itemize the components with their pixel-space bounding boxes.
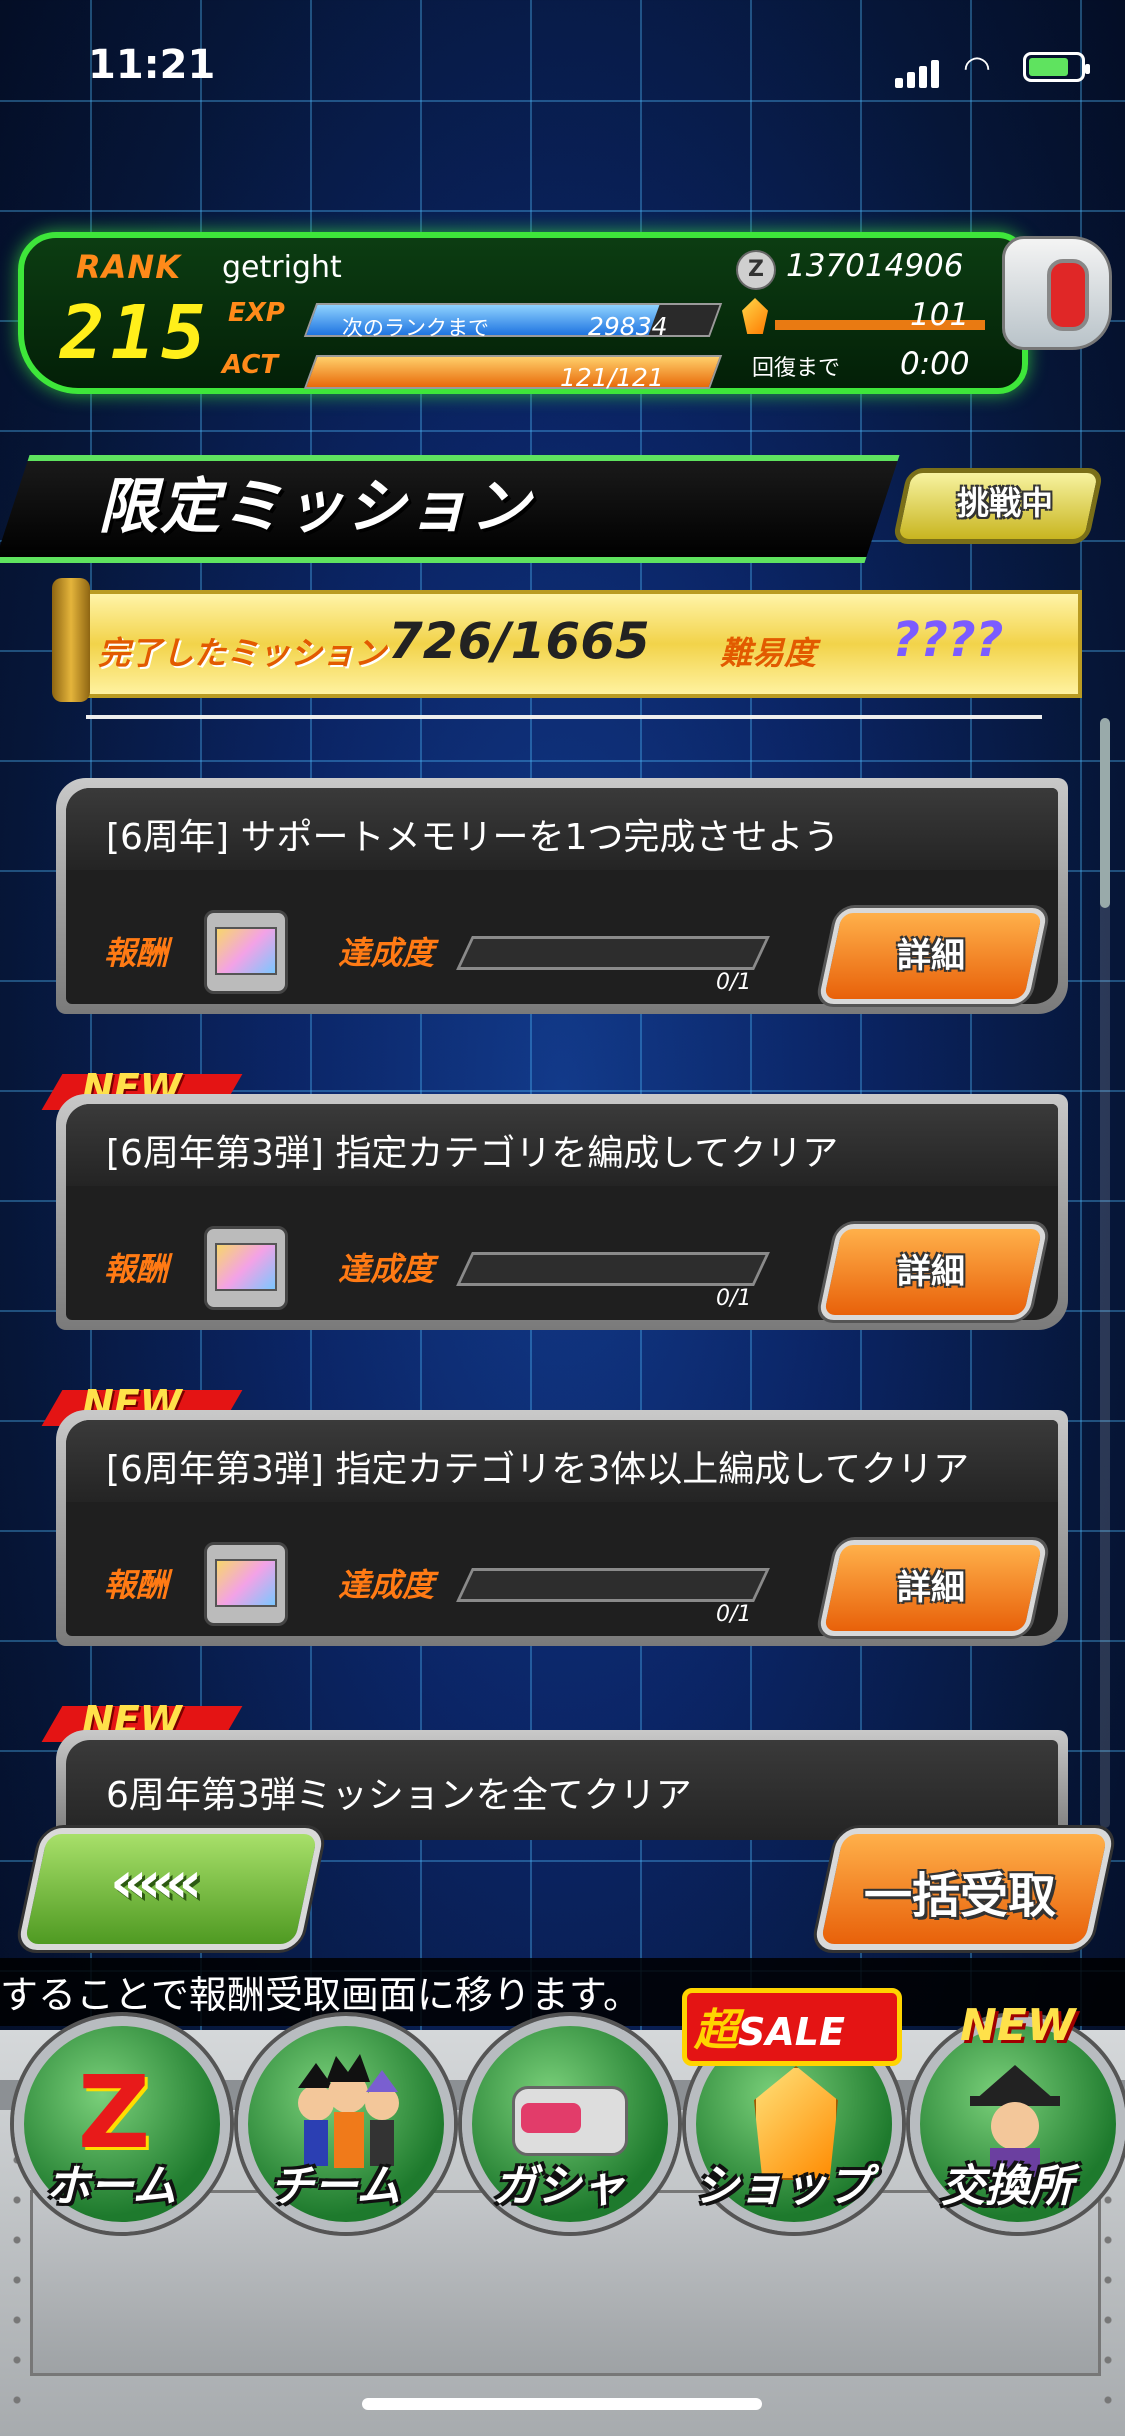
signal-icon bbox=[895, 78, 903, 88]
nav-shop-label: ショップ bbox=[695, 2161, 871, 2212]
challenge-button-label: 挑戦中 bbox=[956, 484, 1053, 522]
mission-card[interactable]: [6周年第3弾] 指定カテゴリを編成してクリア 報酬 達成度 0/1 詳細 bbox=[56, 1094, 1068, 1330]
progress-bar bbox=[456, 1568, 770, 1602]
progress-label: 達成度 bbox=[338, 1566, 435, 1604]
mission-card[interactable]: 6周年第3弾ミッションを全てクリア bbox=[56, 1730, 1068, 1840]
reward-label: 報酬 bbox=[104, 1566, 169, 1604]
progress-value: 0/1 bbox=[716, 970, 752, 995]
scrollbar-thumb[interactable] bbox=[1100, 718, 1110, 908]
detail-button-label: 詳細 bbox=[897, 1568, 965, 1608]
recover-label: 回復まで bbox=[752, 356, 841, 381]
reward-label: 報酬 bbox=[104, 1250, 169, 1288]
nav-exchange-label: 交換所 bbox=[941, 2161, 1073, 2212]
progress-bar bbox=[456, 936, 770, 970]
divider bbox=[86, 715, 1042, 719]
mission-card[interactable]: [6周年第3弾] 指定カテゴリを3体以上編成してクリア 報酬 達成度 0/1 詳… bbox=[56, 1410, 1068, 1646]
ticket-icon bbox=[204, 910, 288, 994]
wifi-icon: ◠ bbox=[963, 48, 991, 86]
completed-value: 726/1665 bbox=[388, 612, 650, 670]
scroll-cap-icon bbox=[52, 578, 90, 702]
exp-value: 29834 bbox=[588, 312, 668, 341]
exchange-new-badge: NEW bbox=[960, 2000, 1076, 2051]
mission-title: [6周年第3弾] 指定カテゴリを3体以上編成してクリア bbox=[106, 1449, 970, 1490]
act-label: ACT bbox=[222, 350, 279, 380]
zeni-value: 137014906 bbox=[786, 248, 964, 284]
sale-badge-text: 超SALE bbox=[694, 2005, 845, 2056]
dragon-stone-value: 101 bbox=[910, 297, 970, 333]
status-time: 11:21 bbox=[88, 42, 216, 88]
player-name: getright bbox=[222, 250, 342, 285]
scouter-menu-button[interactable] bbox=[1002, 236, 1112, 350]
mission-title: [6周年第3弾] 指定カテゴリを編成してクリア bbox=[106, 1133, 839, 1174]
progress-label: 達成度 bbox=[338, 1250, 435, 1288]
progress-bar bbox=[456, 1252, 770, 1286]
difficulty-value: ???? bbox=[892, 612, 1004, 668]
nav-team-label: チーム bbox=[269, 2161, 401, 2212]
page-title: 限定ミッション bbox=[98, 472, 532, 542]
zeni-icon: Z bbox=[736, 250, 776, 290]
completed-label: 完了したミッション bbox=[98, 634, 387, 672]
battery-icon bbox=[1023, 52, 1090, 82]
progress-label: 達成度 bbox=[338, 934, 435, 972]
back-arrows-icon: ««« bbox=[110, 1848, 202, 1916]
exp-label: EXP bbox=[228, 298, 285, 328]
dragon-z-icon: Z bbox=[77, 2054, 151, 2171]
recover-value: 0:00 bbox=[900, 346, 970, 382]
ticket-icon bbox=[204, 1542, 288, 1626]
scouter-gacha-icon bbox=[512, 2086, 628, 2156]
difficulty-label: 難易度 bbox=[720, 634, 817, 672]
receive-all-label: 一括受取 bbox=[863, 1868, 1056, 1924]
status-icons: ◠ bbox=[895, 48, 1090, 88]
mission-card[interactable]: [6周年] サポートメモリーを1つ完成させよう 報酬 達成度 0/1 詳細 bbox=[56, 778, 1068, 1014]
mission-title: [6周年] サポートメモリーを1つ完成させよう bbox=[106, 817, 840, 858]
progress-value: 0/1 bbox=[716, 1602, 752, 1627]
detail-button-label: 詳細 bbox=[897, 936, 965, 976]
ticker-text: することで報酬受取画面に移ります。 bbox=[0, 1973, 642, 2017]
nav-home-label: ホーム bbox=[45, 2161, 177, 2212]
act-value: 121/121 bbox=[560, 363, 664, 392]
rank-label: RANK bbox=[76, 248, 181, 286]
reward-label: 報酬 bbox=[104, 934, 169, 972]
nav-gacha-label: ガシャ bbox=[493, 2161, 625, 2212]
home-indicator[interactable] bbox=[362, 2398, 762, 2410]
mission-title: 6周年第3弾ミッションを全てクリア bbox=[106, 1775, 692, 1816]
detail-button-label: 詳細 bbox=[897, 1252, 965, 1292]
exp-sub-label: 次のランクまで bbox=[342, 316, 489, 340]
progress-value: 0/1 bbox=[716, 1286, 752, 1311]
ticket-icon bbox=[204, 1226, 288, 1310]
rank-value: 215 bbox=[60, 290, 212, 376]
